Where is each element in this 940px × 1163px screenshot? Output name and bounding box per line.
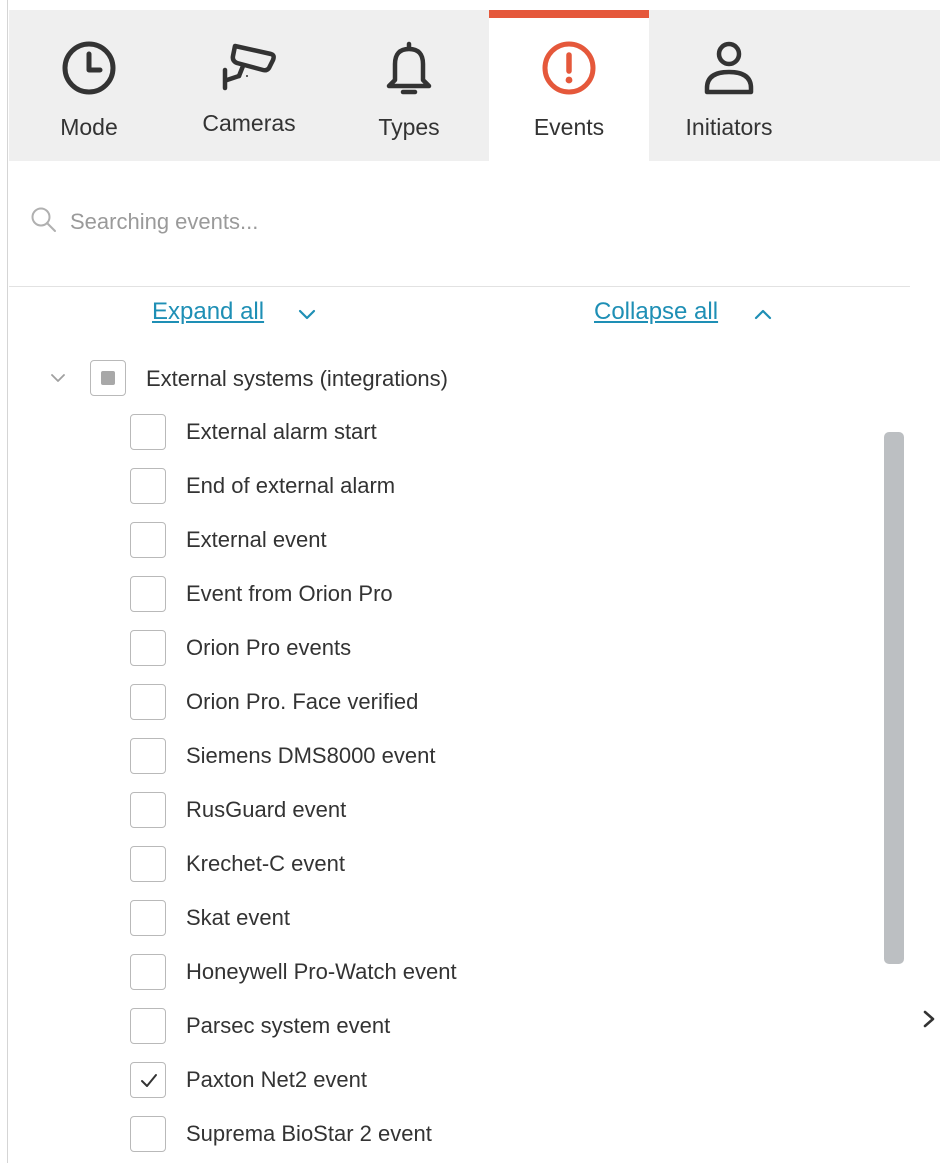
event-label: Event from Orion Pro <box>186 581 393 606</box>
event-label: RusGuard event <box>186 797 347 822</box>
event-checkbox[interactable] <box>130 630 166 666</box>
divider <box>9 286 910 287</box>
event-checkbox[interactable] <box>130 684 166 720</box>
event-label: Suprema BioStar 2 event <box>186 1121 432 1146</box>
person-icon <box>704 41 754 95</box>
event-checkbox[interactable] <box>130 846 166 882</box>
search-icon <box>31 207 56 232</box>
tab-label: Initiators <box>685 114 773 140</box>
event-checkbox[interactable] <box>130 1116 166 1152</box>
event-checkbox[interactable] <box>130 522 166 558</box>
bell-icon <box>386 41 432 95</box>
group-checkbox[interactable] <box>90 360 126 396</box>
chevron-right-icon[interactable] <box>918 1004 940 1034</box>
event-label: Parsec system event <box>186 1013 391 1038</box>
alert-circle-icon <box>542 41 596 95</box>
tab-label: Events <box>533 114 605 140</box>
event-label: Honeywell Pro-Watch event <box>186 959 457 984</box>
event-label: Skat event <box>186 905 290 930</box>
event-label: External alarm start <box>186 419 377 444</box>
panel-left-border <box>0 0 8 1163</box>
event-label: End of external alarm <box>186 473 396 498</box>
search-input[interactable] <box>68 202 772 242</box>
expand-all-link[interactable]: Expand all <box>152 298 264 326</box>
tab-initiators[interactable]: Initiators <box>649 10 809 161</box>
tab-mode[interactable]: Mode <box>9 10 169 161</box>
tab-types[interactable]: Types <box>329 10 489 161</box>
collapse-all-link[interactable]: Collapse all <box>594 298 718 326</box>
camera-icon <box>222 43 276 91</box>
event-label: External event <box>186 527 327 552</box>
chevron-down-icon[interactable] <box>296 306 318 322</box>
group-label: External systems (integrations) <box>146 366 448 391</box>
event-checkbox[interactable] <box>130 792 166 828</box>
search-box <box>28 198 828 248</box>
tab-bar: Mode Cameras Types Events Initiators <box>9 10 940 161</box>
tab-cameras[interactable]: Cameras <box>169 10 329 161</box>
tab-label: Cameras <box>202 110 296 136</box>
event-label: Orion Pro. Face verified <box>186 689 419 714</box>
scrollbar-thumb[interactable] <box>884 432 904 964</box>
event-checkbox[interactable] <box>130 900 166 936</box>
event-label: Siemens DMS8000 event <box>186 743 436 768</box>
event-checkbox[interactable] <box>130 468 166 504</box>
tab-label: Types <box>378 114 440 140</box>
event-checkbox[interactable] <box>130 1062 166 1098</box>
tab-events[interactable]: Events <box>489 10 649 161</box>
tree-caret-down-icon[interactable] <box>48 370 68 386</box>
event-checkbox[interactable] <box>130 414 166 450</box>
event-label: Orion Pro events <box>186 635 352 660</box>
tab-label: Mode <box>60 114 118 140</box>
event-checkbox[interactable] <box>130 1008 166 1044</box>
clock-icon <box>62 41 116 95</box>
chevron-up-icon[interactable] <box>752 306 774 322</box>
event-checkbox[interactable] <box>130 738 166 774</box>
checkmark-icon <box>141 1074 157 1087</box>
event-label: Krechet-C event <box>186 851 345 876</box>
event-checkbox[interactable] <box>130 576 166 612</box>
event-checkbox[interactable] <box>130 954 166 990</box>
event-label: Paxton Net2 event <box>186 1067 368 1092</box>
